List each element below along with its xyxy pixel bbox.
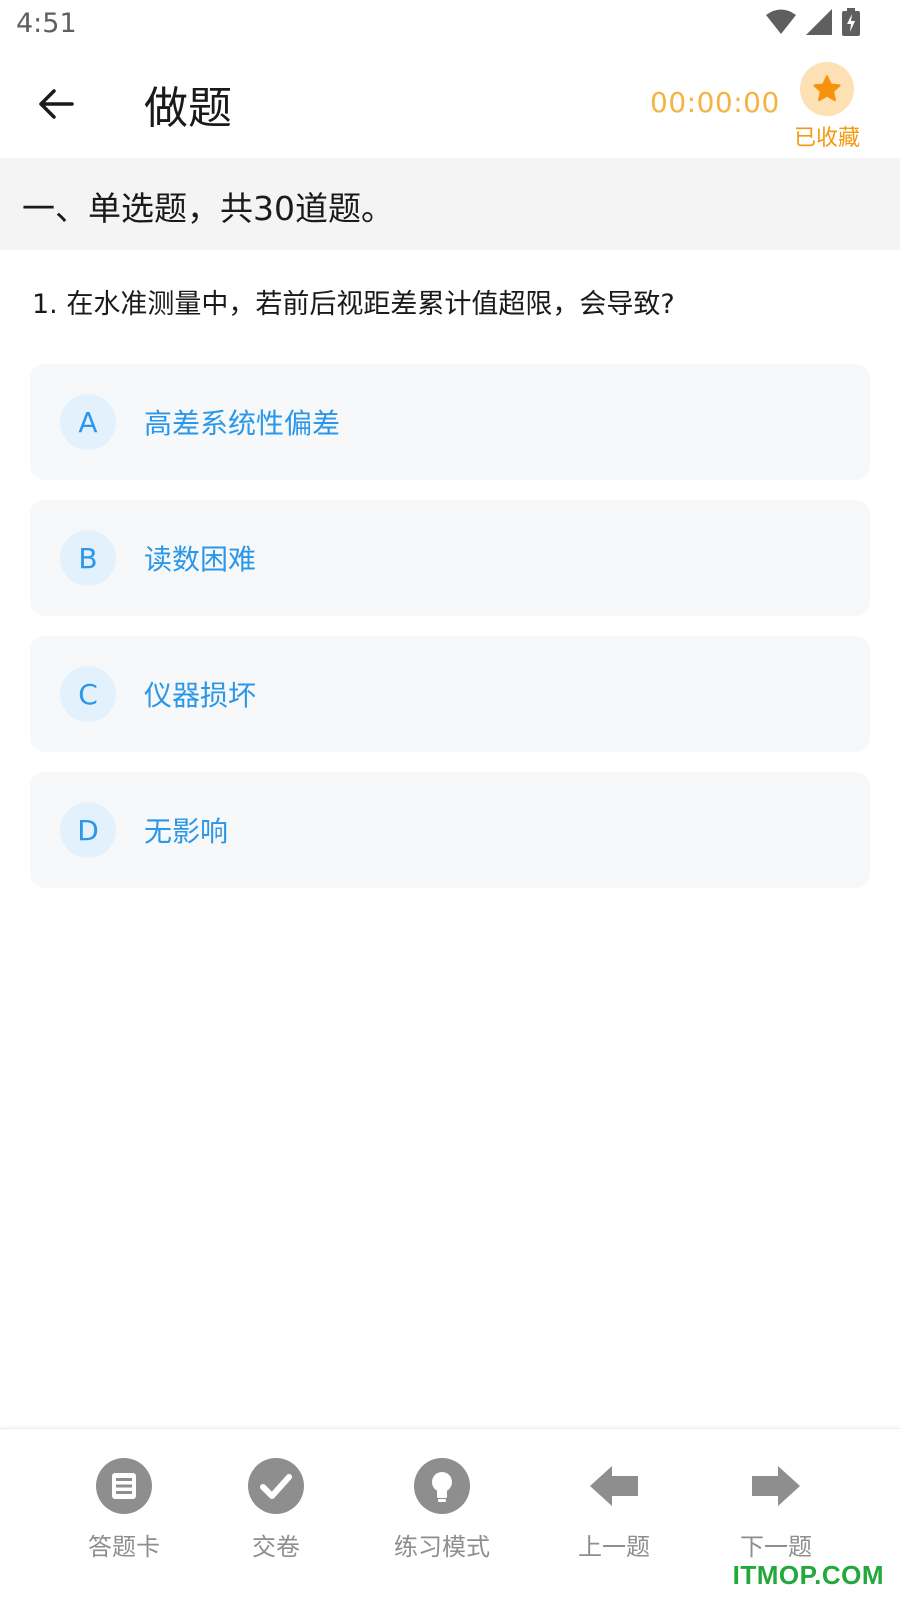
option-letter: B <box>60 530 116 586</box>
option-letter: A <box>60 394 116 450</box>
page-title: 做题 <box>144 83 232 134</box>
tab-label: 练习模式 <box>394 1533 490 1561</box>
option-text: 读数困难 <box>144 543 257 576</box>
cellular-signal-icon <box>806 9 832 35</box>
option-a[interactable]: A 高差系统性偏差 <box>30 364 870 480</box>
answer-card-icon <box>95 1457 153 1515</box>
tab-label: 上一题 <box>578 1533 650 1561</box>
tab-label: 答题卡 <box>88 1533 160 1561</box>
options-list: A 高差系统性偏差 B 读数困难 C 仪器损坏 D 无影响 <box>30 364 870 908</box>
back-button[interactable] <box>30 80 82 132</box>
option-text: 高差系统性偏差 <box>144 407 341 440</box>
previous-question-button[interactable]: 上一题 <box>544 1457 684 1562</box>
submit-button[interactable]: 交卷 <box>206 1457 346 1562</box>
option-letter: D <box>60 802 116 858</box>
status-icons <box>766 8 860 36</box>
section-header: 一、单选题，共30道题。 <box>0 158 900 250</box>
status-bar: 4:51 <box>0 0 900 50</box>
arrow-right-icon <box>747 1457 805 1515</box>
arrow-left-icon <box>585 1457 643 1515</box>
lightbulb-icon <box>413 1457 471 1515</box>
favorite-label: 已收藏 <box>793 126 860 151</box>
app-bar: 做题 00:00:00 已收藏 <box>0 50 900 158</box>
watermark: ITMOP.COM <box>732 1560 884 1590</box>
bottom-nav: 答题卡 交卷 练习模式 上一题 下一题 ITMOP.COM <box>0 1428 900 1601</box>
star-icon <box>800 62 854 116</box>
status-time: 4:51 <box>16 8 77 39</box>
submit-check-icon <box>247 1457 305 1515</box>
tab-label: 下一题 <box>740 1533 812 1561</box>
option-c[interactable]: C 仪器损坏 <box>30 636 870 752</box>
timer: 00:00:00 <box>650 86 780 119</box>
question-text: 1. 在水准测量中，若前后视距差累计值超限，会导致? <box>32 289 675 320</box>
wifi-icon <box>766 9 796 35</box>
option-text: 无影响 <box>144 815 229 848</box>
option-d[interactable]: D 无影响 <box>30 772 870 888</box>
arrow-back-icon <box>38 88 74 124</box>
tab-label: 交卷 <box>252 1533 300 1561</box>
battery-charging-icon <box>842 8 860 36</box>
next-question-button[interactable]: 下一题 <box>706 1457 846 1562</box>
section-title: 一、单选题，共30道题。 <box>22 189 394 228</box>
option-b[interactable]: B 读数困难 <box>30 500 870 616</box>
option-text: 仪器损坏 <box>144 679 257 712</box>
practice-mode-button[interactable]: 练习模式 <box>372 1457 512 1562</box>
answer-card-button[interactable]: 答题卡 <box>54 1457 194 1562</box>
favorite-button[interactable]: 已收藏 <box>786 62 868 152</box>
option-letter: C <box>60 666 116 722</box>
